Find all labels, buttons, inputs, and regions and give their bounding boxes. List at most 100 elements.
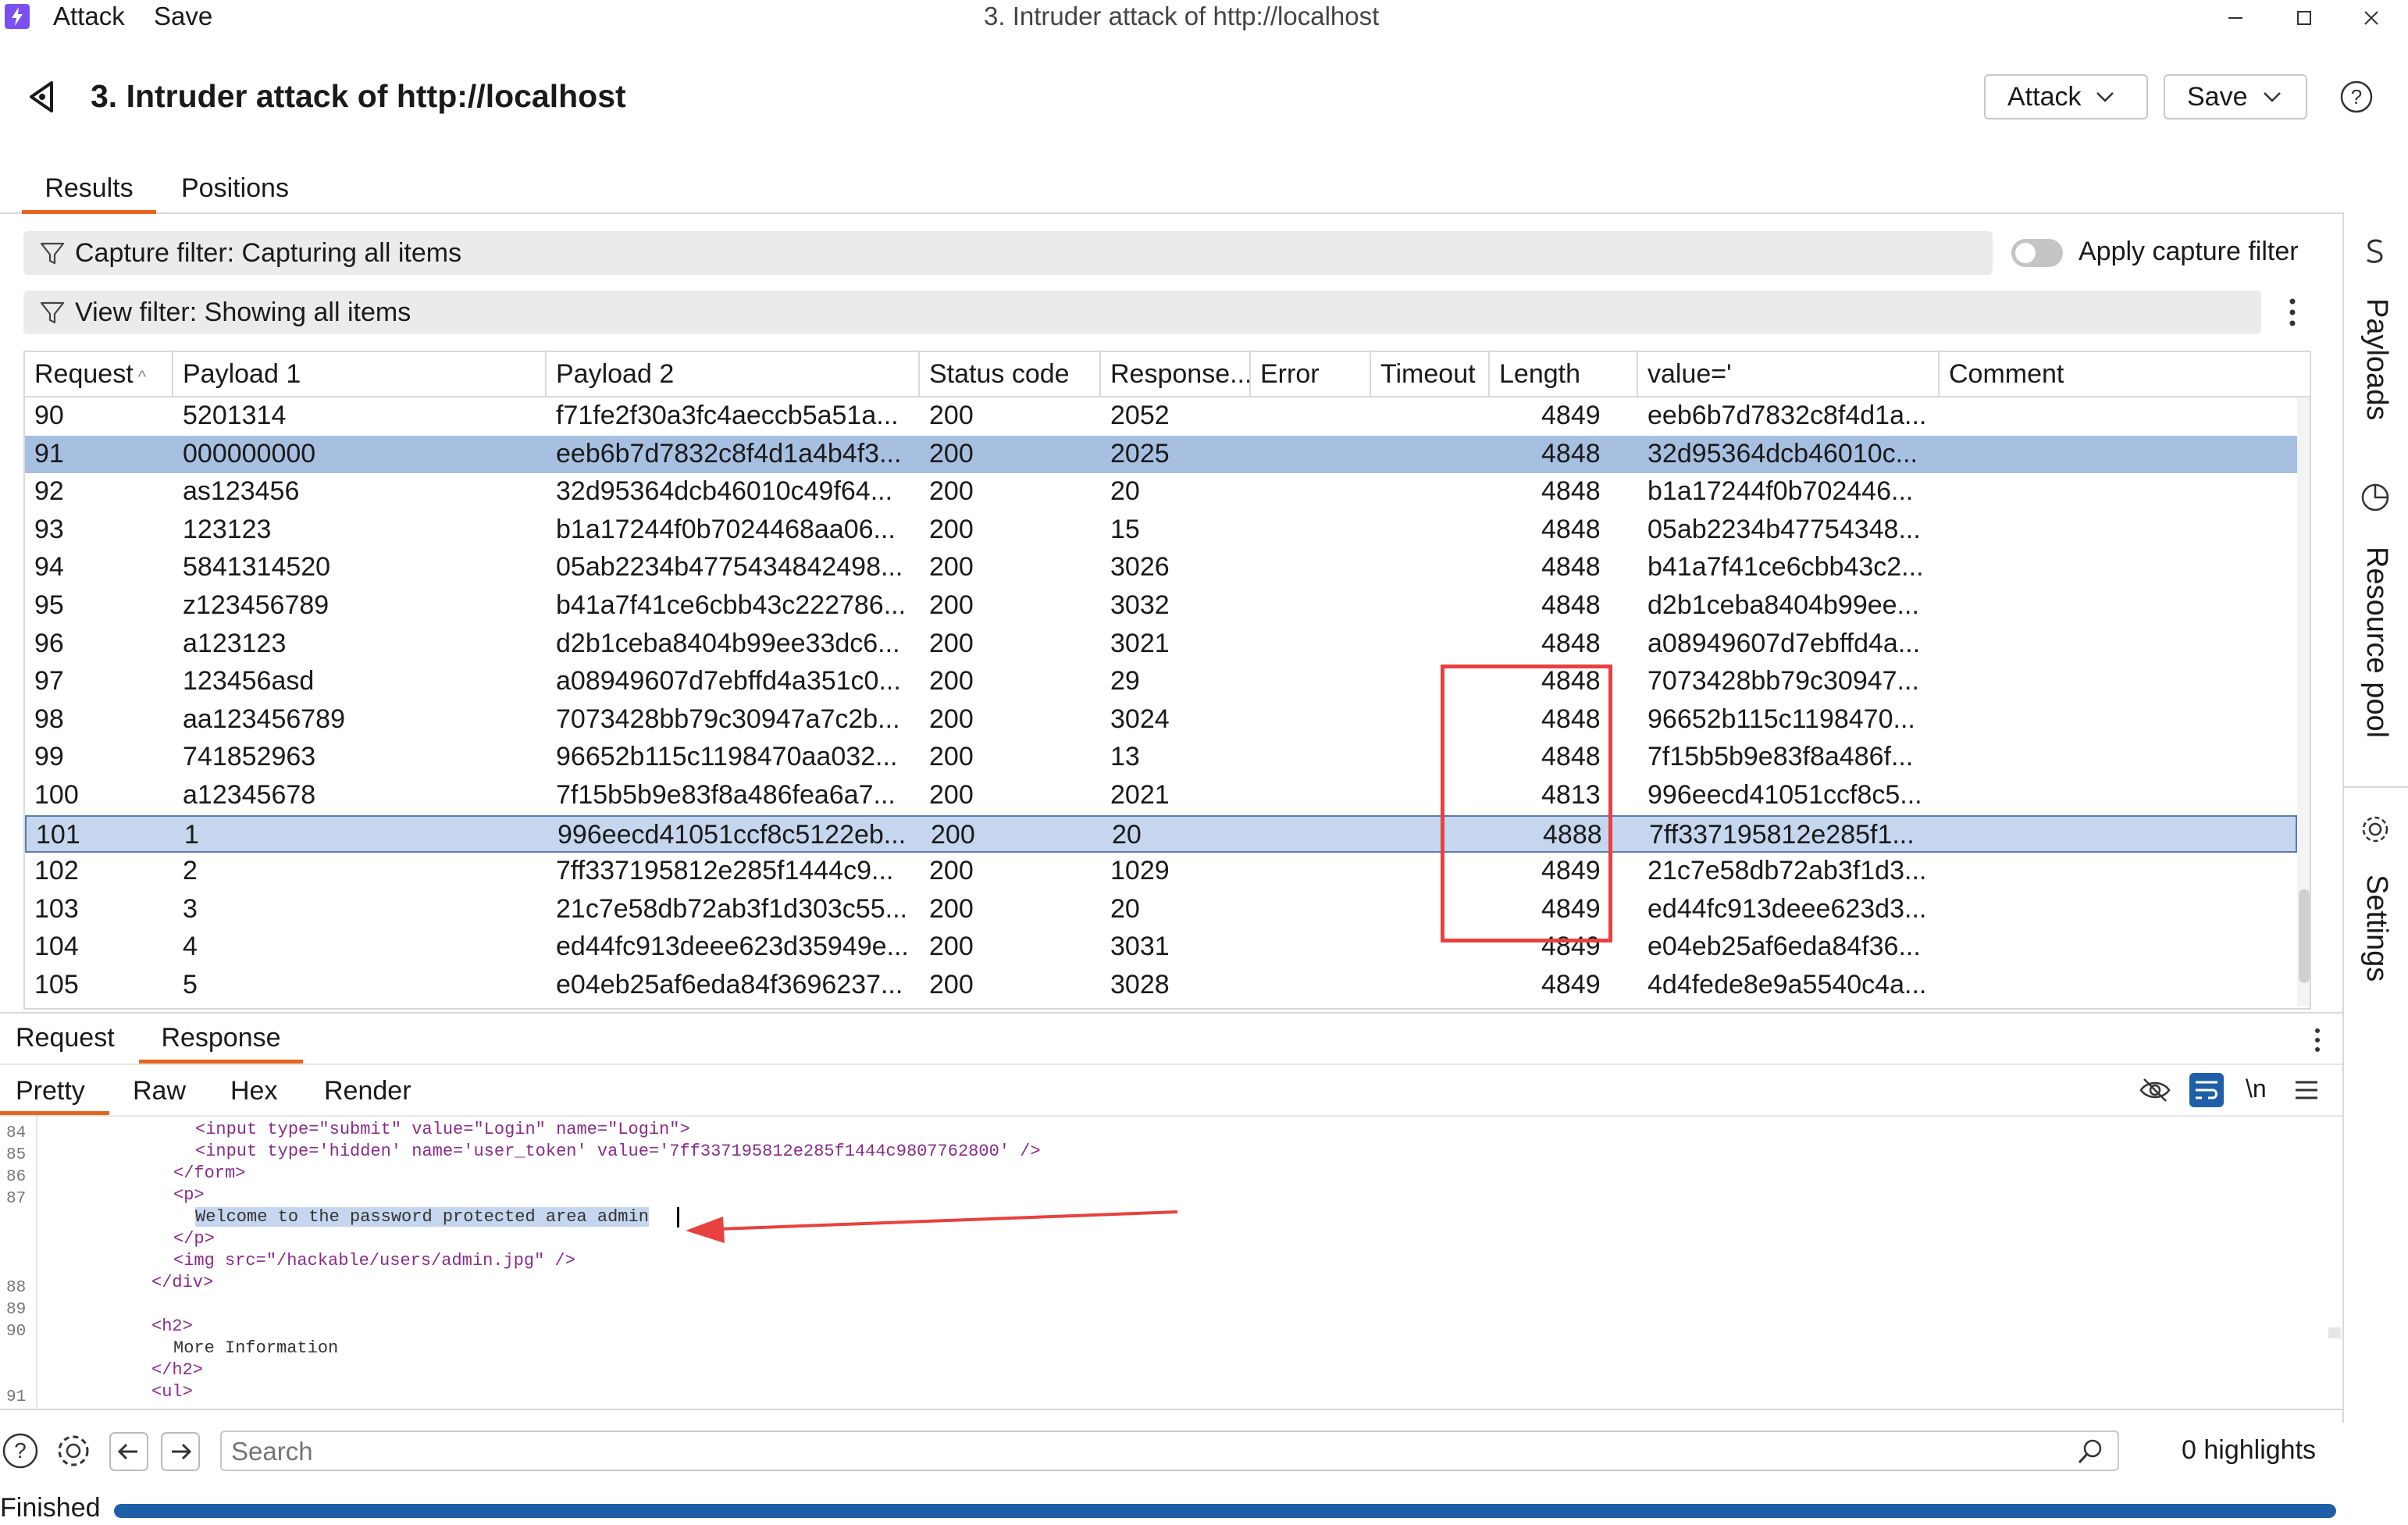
cell-payload1: as123456 <box>183 476 300 507</box>
sidebar-payloads[interactable]: Payloads <box>2360 298 2393 420</box>
cell-error <box>1251 436 1371 473</box>
code-line: </form> <box>173 1163 246 1183</box>
line-number: 85 <box>6 1146 27 1164</box>
table-row[interactable]: 99 741852963 96652b115c1198470aa032... 200 1… <box>25 739 2297 776</box>
tab-raw[interactable]: Raw <box>133 1076 186 1106</box>
sidebar-resource-pool[interactable]: Resource pool <box>2360 547 2393 738</box>
scrollbar-thumb[interactable] <box>2299 889 2310 983</box>
cell-status: 200 <box>929 666 974 697</box>
table-row[interactable]: 101 1 996eecd41051ccf8c5122eb... 200 20 4888 7… <box>25 814 2297 853</box>
table-row[interactable]: 103 3 21c7e58db72ab3f1d303c55... 200 20 4849 e… <box>25 891 2297 928</box>
column-header-status[interactable]: Status code <box>920 352 1101 397</box>
table-row[interactable]: 96 a123123 d2b1ceba8404b99ee33dc6... 200 302… <box>25 625 2297 663</box>
capture-filter-bar[interactable]: Capture filter: Capturing all items <box>23 231 1993 275</box>
hide-icon[interactable] <box>2138 1073 2172 1107</box>
table-row[interactable]: 102 2 7ff337195812e285f1444c9... 200 1029 484… <box>25 853 2297 890</box>
tab-pretty[interactable]: Pretty <box>0 1076 109 1115</box>
payloads-icon[interactable] <box>2360 236 2391 267</box>
column-header-payload1[interactable]: Payload 1 <box>173 352 547 397</box>
tab-results[interactable]: Results <box>22 173 156 214</box>
column-header-payload2[interactable]: Payload 2 <box>547 352 920 397</box>
filter-icon <box>39 299 66 326</box>
search-input[interactable] <box>231 1437 2027 1466</box>
highlighted-text: Welcome to the password protected area a… <box>195 1207 649 1227</box>
code-line: More Information <box>173 1338 339 1358</box>
table-row[interactable]: 93 123123 b1a17244f0b7024468aa06... 200 15 48… <box>25 511 2297 549</box>
table-row[interactable]: 105 5 e04eb25af6eda84f3696237... 200 3028 484… <box>25 967 2297 1004</box>
cell-response: 20 <box>1112 819 1142 850</box>
search-box[interactable] <box>220 1431 2119 1471</box>
cell-request: 98 <box>34 704 64 734</box>
column-header-length[interactable]: Length <box>1490 352 1638 397</box>
menu-attack[interactable]: Attack <box>53 2 125 31</box>
cell-response: 2025 <box>1110 438 1170 469</box>
column-header-request[interactable]: Request ^ <box>25 352 173 397</box>
cell-payload2: 32d95364dcb46010c49f64... <box>556 476 893 507</box>
cell-status: 200 <box>929 438 974 469</box>
svg-text:?: ? <box>2351 85 2362 109</box>
tab-response[interactable]: Response <box>139 1023 303 1064</box>
cell-value: b41a7f41ce6cbb43c2... <box>1647 552 1924 583</box>
column-header-error[interactable]: Error <box>1251 352 1371 397</box>
more-options-icon[interactable] <box>2308 1024 2327 1056</box>
sidebar-divider <box>2344 786 2408 788</box>
previous-arrow-icon[interactable] <box>109 1432 148 1471</box>
column-header-value[interactable]: value=' <box>1638 352 1940 397</box>
table-row[interactable]: 104 4 ed44fc913deee623d35949e... 200 3031 484… <box>25 928 2297 966</box>
cell-error <box>1251 587 1371 625</box>
menu-save[interactable]: Save <box>154 2 212 31</box>
minimize-icon[interactable] <box>2224 6 2247 30</box>
menu-icon[interactable] <box>2292 1076 2321 1104</box>
apply-capture-label: Apply capture filter <box>2079 237 2299 266</box>
view-filter-label: View filter: Showing all items <box>75 297 411 327</box>
sidebar-settings[interactable]: Settings <box>2360 875 2393 982</box>
line-number: 91 <box>6 1388 27 1406</box>
table-row[interactable]: 94 5841314520 05ab2234b4775434842498... 200… <box>25 549 2297 586</box>
cell-value: 32d95364dcb46010c... <box>1647 438 1918 469</box>
table-row[interactable]: 90 5201314 f71fe2f30a3fc4aeccb5a51a... 200 2… <box>25 397 2297 435</box>
tab-render[interactable]: Render <box>324 1076 411 1106</box>
cell-payload2: ed44fc913deee623d35949e... <box>556 932 909 962</box>
maximize-icon[interactable] <box>2292 6 2316 30</box>
close-icon[interactable] <box>2360 6 2383 30</box>
code-editor[interactable]: 84 85 86 87 88 89 90 91 <input type="sub… <box>0 1117 2342 1407</box>
tab-positions[interactable]: Positions <box>181 173 289 204</box>
chevron-down-icon <box>2095 90 2115 104</box>
help-icon[interactable]: ? <box>2 1432 39 1470</box>
cell-payload2: 7073428bb79c30947a7c2b... <box>556 704 900 734</box>
search-icon[interactable] <box>2075 1437 2105 1466</box>
cell-timeout <box>1371 549 1490 586</box>
column-header-timeout[interactable]: Timeout <box>1371 352 1490 397</box>
cell-error <box>1251 549 1371 586</box>
code-line: <img src="/hackable/users/admin.jpg" /> <box>173 1251 575 1270</box>
apply-capture-toggle[interactable] <box>2011 239 2063 267</box>
more-options-icon[interactable] <box>2283 295 2302 330</box>
table-scrollbar[interactable] <box>2297 397 2310 1007</box>
cell-timeout <box>1371 625 1490 663</box>
tab-hex[interactable]: Hex <box>230 1076 277 1106</box>
help-icon[interactable]: ? <box>2339 80 2374 114</box>
resource-pool-icon[interactable] <box>2360 482 2391 513</box>
table-row[interactable]: 100 a12345678 7f15b5b9e83f8a486fea6a7... 20… <box>25 777 2297 814</box>
cell-payload1: 000000000 <box>183 438 316 469</box>
cell-payload2: 96652b115c1198470aa032... <box>556 742 898 772</box>
attack-button[interactable]: Attack <box>1984 74 2148 119</box>
next-arrow-icon[interactable] <box>161 1432 200 1471</box>
cell-value: ed44fc913deee623d3... <box>1647 893 1927 924</box>
settings-icon[interactable] <box>2360 814 2391 845</box>
table-row[interactable]: 98 aa123456789 7073428bb79c30947a7c2b... 20… <box>25 701 2297 739</box>
view-filter-bar[interactable]: View filter: Showing all items <box>23 290 2261 334</box>
code-line: <input type='hidden' name='user_token' v… <box>195 1142 1041 1161</box>
cell-request: 104 <box>34 932 79 962</box>
table-row[interactable]: 91 000000000 eeb6b7d7832c8f4d1a4b4f3... 200… <box>25 435 2297 473</box>
wrap-lines-icon[interactable] <box>2189 1073 2224 1107</box>
column-header-response[interactable]: Response... <box>1101 352 1251 397</box>
gear-icon[interactable] <box>53 1431 94 1471</box>
table-row[interactable]: 95 z123456789 b41a7f41ce6cbb43c222786... 20… <box>25 587 2297 625</box>
table-row[interactable]: 97 123456asd a08949607d7ebffd4a351c0... 200… <box>25 663 2297 700</box>
tab-request[interactable]: Request <box>16 1023 115 1053</box>
column-header-comment[interactable]: Comment <box>1940 352 2310 397</box>
newline-toggle[interactable]: \n <box>2246 1074 2267 1103</box>
table-row[interactable]: 92 as123456 32d95364dcb46010c49f64... 200 20… <box>25 473 2297 511</box>
save-button[interactable]: Save <box>2164 74 2307 119</box>
